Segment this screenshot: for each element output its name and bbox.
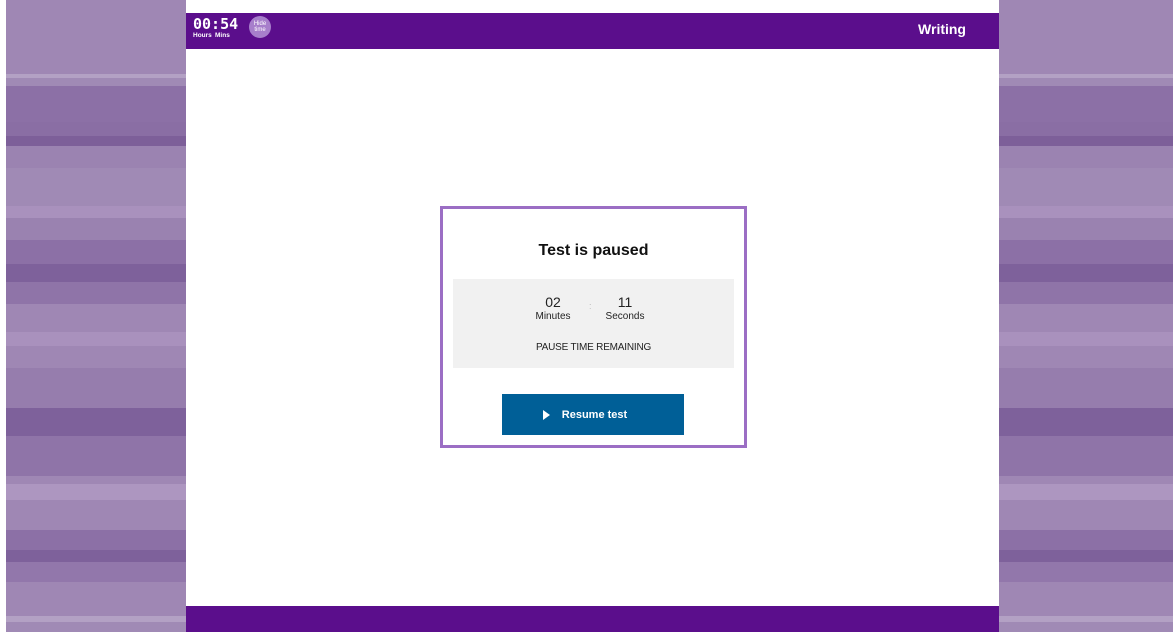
background-stripe	[999, 346, 1173, 368]
background-stripe	[6, 0, 186, 74]
background-stripe	[6, 218, 186, 240]
hide-time-button[interactable]: Hide time	[249, 16, 271, 38]
bottom-bar	[186, 606, 999, 632]
background-stripe	[999, 264, 1173, 282]
background-stripe	[6, 582, 186, 616]
background-stripe	[999, 218, 1173, 240]
pause-time-caption: PAUSE TIME REMAINING	[535, 342, 652, 353]
background-stripe	[6, 86, 186, 122]
section-title: Writing	[918, 21, 966, 37]
background-stripe	[999, 122, 1173, 136]
background-stripe	[6, 332, 186, 346]
background-stripe	[999, 484, 1173, 500]
background-stripe	[6, 146, 186, 168]
background-stripe	[6, 408, 186, 436]
mins-label: Mins	[215, 32, 230, 39]
background-stripe	[6, 484, 186, 500]
background-stripe	[999, 168, 1173, 206]
background-stripe	[6, 550, 186, 562]
background-stripe	[999, 408, 1173, 436]
background-stripe	[6, 304, 186, 332]
background-stripe	[999, 622, 1173, 632]
right-background-stripes	[999, 0, 1173, 632]
top-bar: 00:54 Hours Mins Hide time Writing	[186, 13, 999, 49]
countdown-minutes: 02 Minutes	[531, 294, 575, 324]
pause-dialog-title: Test is paused	[538, 242, 649, 259]
background-stripe	[6, 264, 186, 282]
seconds-value: 11	[617, 294, 633, 310]
test-window: 00:54 Hours Mins Hide time Writing Test i…	[186, 13, 999, 632]
background-stripe	[6, 282, 186, 304]
countdown-seconds: 11 Seconds	[600, 294, 650, 324]
countdown-separator: :	[589, 301, 592, 311]
background-stripe	[999, 146, 1173, 168]
background-stripe	[6, 622, 186, 632]
background-stripe	[999, 78, 1173, 86]
background-stripe	[999, 436, 1173, 476]
timer-units: Hours Mins	[193, 32, 245, 39]
background-stripe	[6, 476, 186, 484]
background-stripe	[6, 136, 186, 146]
background-stripe	[6, 346, 186, 368]
background-stripe	[999, 582, 1173, 616]
background-stripe	[999, 530, 1173, 550]
background-stripe	[999, 332, 1173, 346]
background-stripe	[6, 530, 186, 550]
play-icon	[542, 409, 550, 420]
background-stripe	[999, 240, 1173, 264]
background-stripe	[999, 0, 1173, 74]
screen: 00:54 Hours Mins Hide time Writing Test i…	[0, 0, 1173, 632]
resume-test-button[interactable]: Resume test	[502, 394, 684, 435]
timer-value: 00:54	[193, 15, 239, 33]
background-stripe	[6, 562, 186, 582]
background-stripe	[6, 206, 186, 218]
background-stripe	[6, 78, 186, 86]
time-remaining-display: 00:54 Hours Mins	[193, 16, 245, 39]
left-background-stripes	[6, 0, 186, 632]
seconds-label: Seconds	[605, 311, 645, 322]
background-stripe	[999, 304, 1173, 332]
background-stripe	[999, 476, 1173, 484]
minutes-value: 02	[545, 294, 561, 310]
background-stripe	[6, 240, 186, 264]
background-stripe	[999, 500, 1173, 530]
resume-button-label: Resume test	[561, 408, 628, 421]
background-stripe	[6, 168, 186, 206]
background-stripe	[999, 368, 1173, 408]
background-stripe	[999, 282, 1173, 304]
background-stripe	[6, 500, 186, 530]
hours-label: Hours	[193, 32, 212, 39]
pause-countdown: 02 Minutes : 11 Seconds PAUSE TIME REMAI…	[453, 279, 734, 368]
minutes-label: Minutes	[535, 311, 571, 322]
background-stripe	[999, 550, 1173, 562]
background-stripe	[6, 122, 186, 136]
background-stripe	[999, 86, 1173, 122]
background-stripe	[6, 368, 186, 408]
background-stripe	[999, 136, 1173, 146]
background-stripe	[6, 436, 186, 476]
background-stripe	[999, 206, 1173, 218]
pause-dialog: Test is paused 02 Minutes : 11 Seconds P…	[440, 206, 747, 448]
background-stripe	[999, 562, 1173, 582]
